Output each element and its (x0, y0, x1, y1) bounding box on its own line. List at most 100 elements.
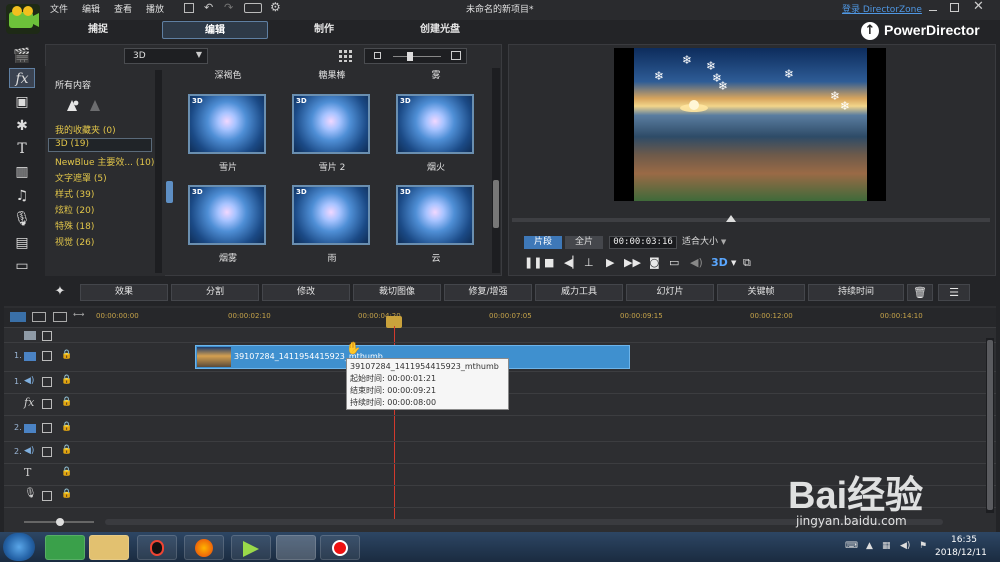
fix-enhance-button[interactable]: 修复/增强 (444, 284, 532, 301)
timeline-view-icon[interactable] (10, 312, 26, 322)
effect-thumb-smoke[interactable]: 3D (188, 185, 266, 245)
effect-thumb-rain[interactable]: 3D (292, 185, 370, 245)
category-particle[interactable]: 炫粒 (20) (55, 203, 94, 216)
taskbar-qq-icon[interactable] (137, 535, 177, 560)
taskbar-recorder-icon[interactable] (320, 535, 360, 560)
vertical-scrollbar-thumb[interactable] (987, 340, 993, 510)
category-favorites[interactable]: 我的收藏夹 (0) (55, 123, 116, 136)
tray-volume-icon[interactable]: ◀) (900, 541, 910, 551)
zoom-fit-dropdown[interactable]: 适合大小 ▼ (682, 236, 742, 249)
taskbar-file-explorer-icon[interactable] (89, 535, 129, 560)
modify-button[interactable]: 修改 (262, 284, 350, 301)
next-frame-icon[interactable]: ▶ (606, 256, 614, 270)
volume-icon[interactable]: ◀) (690, 256, 703, 270)
windows-start-button[interactable] (3, 533, 35, 561)
fast-forward-icon[interactable]: ▶▶ (624, 256, 641, 270)
taskbar-powerdirector-icon[interactable] (276, 535, 316, 560)
grid-view-icon[interactable] (339, 50, 353, 62)
tab-movie-mode[interactable]: 全片 (565, 236, 603, 249)
track-enable-checkbox[interactable] (42, 377, 52, 387)
category-style[interactable]: 样式 (39) (55, 187, 94, 200)
voiceover-mic-icon[interactable]: 🎙 (9, 209, 35, 229)
remove-from-favorites-icon[interactable] (88, 99, 102, 113)
tab-create-disc[interactable]: 创建光盘 (400, 21, 480, 39)
save-icon[interactable] (184, 3, 194, 13)
collapse-panel-handle[interactable] (166, 181, 173, 203)
track-lock-icon[interactable]: 🔒 (61, 467, 72, 477)
power-tools-button[interactable]: 威力工具 (535, 284, 623, 301)
category-special[interactable]: 特殊 (18) (55, 219, 94, 232)
track-enable-checkbox[interactable] (42, 399, 52, 409)
settings-gear-icon[interactable]: ⚙ (270, 0, 281, 14)
track-lock-icon[interactable]: 🔒 (61, 397, 72, 407)
login-link[interactable]: 登录 DirectorZone (842, 2, 922, 15)
fit-timeline-icon[interactable]: ⟷ (73, 310, 84, 319)
tab-clip-mode[interactable]: 片段 (524, 236, 562, 249)
add-to-favorites-icon[interactable] (65, 99, 79, 113)
track-lock-icon[interactable]: 🔒 (61, 350, 72, 360)
storyboard-view-icon[interactable] (32, 312, 46, 322)
snapshot-camera-icon[interactable]: ◙ (649, 256, 660, 270)
track-lock-icon[interactable]: 🔒 (61, 445, 72, 455)
slideshow-button[interactable]: 幻灯片 (626, 284, 714, 301)
menu-edit[interactable]: 编辑 (82, 2, 100, 15)
pip-room-icon[interactable]: ▣ (9, 92, 35, 112)
preview-scrubber-track[interactable] (512, 215, 990, 222)
effect-thumb-snowflake[interactable]: 3D (188, 94, 266, 154)
track-manager-icon[interactable] (53, 312, 67, 322)
3d-mode-button[interactable]: 3D (711, 256, 728, 270)
minimize-icon[interactable] (929, 3, 937, 11)
effect-room-fx-icon[interactable]: fx (9, 68, 35, 88)
undo-icon[interactable]: ↶ (204, 1, 213, 14)
taskbar-360-browser-icon[interactable] (45, 535, 85, 560)
track-lock-icon[interactable]: 🔒 (61, 422, 72, 432)
track-enable-checkbox[interactable] (42, 423, 52, 433)
tray-flag-icon[interactable]: ⚑ (919, 541, 927, 551)
undock-preview-icon[interactable]: ⧉ (743, 256, 751, 270)
preview-quality-icon[interactable]: ▭ (669, 256, 679, 270)
media-room-icon[interactable]: 🎬 (9, 46, 35, 66)
audio-mixing-icon[interactable]: ♫ (9, 186, 35, 206)
previous-frame-icon[interactable]: ◀▏ (564, 256, 581, 270)
upgrade-arrow-icon[interactable]: ↑ (861, 22, 879, 40)
title-room-icon[interactable]: T (9, 139, 35, 159)
taskbar-media-player-icon[interactable] (231, 535, 271, 560)
preview-scrubber-head[interactable] (726, 215, 736, 222)
maximize-icon[interactable] (950, 3, 959, 12)
track-enable-checkbox[interactable] (42, 351, 52, 361)
zoom-slider-thumb[interactable] (56, 518, 64, 526)
menu-view[interactable]: 查看 (114, 2, 132, 15)
particle-room-icon[interactable]: ✱ (9, 116, 35, 136)
category-visual[interactable]: 视觉 (26) (55, 235, 94, 248)
close-icon[interactable]: ✕ (973, 0, 984, 14)
tray-expand-icon[interactable]: ▲ (866, 541, 873, 551)
tray-keyboard-icon[interactable]: ⌨ (845, 541, 858, 551)
transition-room-icon[interactable]: ▥ (9, 162, 35, 182)
track-enable-checkbox[interactable] (42, 491, 52, 501)
split-button[interactable]: 分割 (171, 284, 259, 301)
category-3d[interactable]: 3D (19) (55, 139, 89, 149)
keyframe-button[interactable]: 关键帧 (717, 284, 805, 301)
timeline-zoom-slider[interactable] (24, 518, 94, 526)
effect-thumb-fireworks[interactable]: 3D (396, 94, 474, 154)
effects-scrollbar[interactable] (492, 68, 500, 273)
tab-edit[interactable]: 编辑 (162, 21, 268, 39)
taskbar-firefox-icon[interactable] (184, 535, 224, 560)
preview-timecode[interactable]: 00:00:03:16 (609, 236, 677, 249)
duration-button[interactable]: 持续时间 (808, 284, 904, 301)
effect-thumb-cloud[interactable]: 3D (396, 185, 474, 245)
timeline-vertical-scrollbar[interactable] (986, 338, 994, 513)
category-scrollbar[interactable] (155, 70, 162, 273)
delete-trash-icon[interactable]: 🗑 (907, 284, 933, 301)
tab-produce[interactable]: 制作 (292, 21, 356, 39)
thumbnail-size-slider[interactable] (364, 48, 467, 64)
magic-tool-icon[interactable]: ✦ (46, 284, 74, 301)
menu-play[interactable]: 播放 (146, 2, 164, 15)
track-lock-icon[interactable]: 🔒 (61, 375, 72, 385)
slider-thumb[interactable] (407, 52, 413, 61)
stop-icon[interactable]: ■ (544, 256, 554, 270)
menu-file[interactable]: 文件 (50, 2, 68, 15)
redo-icon[interactable]: ↷ (224, 1, 233, 14)
aspect-ratio-icon[interactable] (244, 3, 262, 13)
effect-button[interactable]: 效果 (80, 284, 168, 301)
